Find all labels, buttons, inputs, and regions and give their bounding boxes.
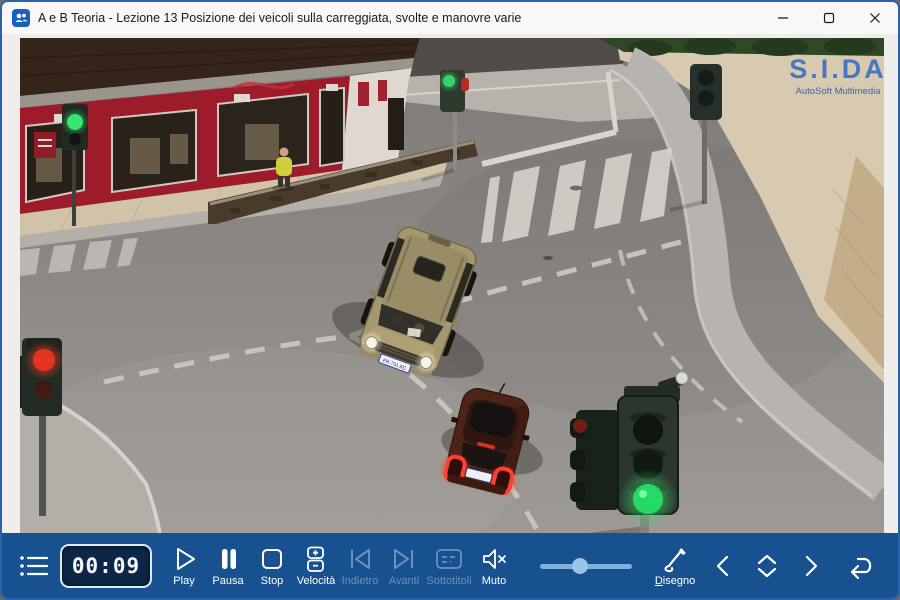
- subtitles-icon: [435, 545, 463, 573]
- previous-label: Indietro: [342, 575, 379, 587]
- speed-label: Velocità: [297, 575, 336, 587]
- video-scene: S.I.DA AutoSoft Multimedia: [20, 38, 884, 535]
- maximize-icon: [823, 12, 835, 24]
- nav-left-button[interactable]: [702, 536, 744, 596]
- app-window: A e B Teoria - Lezione 13 Posizione dei …: [0, 0, 900, 600]
- play-label: Play: [173, 575, 194, 587]
- enter-button[interactable]: [836, 536, 882, 596]
- skip-forward-icon: [390, 545, 418, 573]
- speed-button[interactable]: Velocità: [294, 536, 338, 596]
- minimize-button[interactable]: [760, 2, 806, 34]
- play-button[interactable]: Play: [162, 536, 206, 596]
- chevron-right-icon: [799, 553, 823, 579]
- title-bar: A e B Teoria - Lezione 13 Posizione dei …: [2, 2, 898, 34]
- close-button[interactable]: [852, 2, 898, 34]
- sida-logo: S.I.DA: [789, 54, 884, 84]
- speed-icon: [302, 545, 330, 573]
- next-button[interactable]: Avanti: [382, 536, 426, 596]
- subtitles-button[interactable]: Sottotitoli: [426, 536, 472, 596]
- lesson-list-button[interactable]: [14, 536, 54, 596]
- app-icon: [12, 9, 30, 27]
- pause-icon: [214, 545, 242, 573]
- mute-icon: [480, 545, 508, 573]
- timer-value: 00:09: [72, 554, 140, 578]
- previous-button[interactable]: Indietro: [338, 536, 382, 596]
- player-toolbar: 00:09 Play Pausa Stop: [2, 533, 898, 598]
- mute-label: Muto: [482, 575, 506, 587]
- close-icon: [869, 12, 881, 24]
- chevron-left-icon: [711, 553, 735, 579]
- pause-button[interactable]: Pausa: [206, 536, 250, 596]
- nav-updown-button[interactable]: [746, 536, 788, 596]
- timer-display: 00:09: [60, 544, 152, 588]
- draw-label: Disegno: [655, 575, 695, 587]
- list-icon: [19, 553, 49, 579]
- draw-button[interactable]: Disegno: [650, 536, 700, 596]
- pause-label: Pausa: [212, 575, 243, 587]
- window-title: A e B Teoria - Lezione 13 Posizione dei …: [38, 11, 521, 25]
- stop-label: Stop: [261, 575, 284, 587]
- return-arrow-icon: [843, 551, 875, 581]
- stop-icon: [258, 545, 286, 573]
- subtitles-label: Sottotitoli: [426, 575, 471, 587]
- maximize-button[interactable]: [806, 2, 852, 34]
- chevron-up-down-icon: [754, 553, 780, 579]
- volume-slider[interactable]: [540, 556, 632, 576]
- pen-icon: [660, 545, 690, 573]
- stop-button[interactable]: Stop: [250, 536, 294, 596]
- skip-back-icon: [346, 545, 374, 573]
- next-label: Avanti: [389, 575, 419, 587]
- mute-button[interactable]: Muto: [472, 536, 516, 596]
- slider-thumb[interactable]: [572, 558, 588, 574]
- minimize-icon: [777, 12, 789, 24]
- play-icon: [170, 545, 198, 573]
- nav-right-button[interactable]: [790, 536, 832, 596]
- sida-logo-subtitle: AutoSoft Multimedia: [795, 86, 881, 97]
